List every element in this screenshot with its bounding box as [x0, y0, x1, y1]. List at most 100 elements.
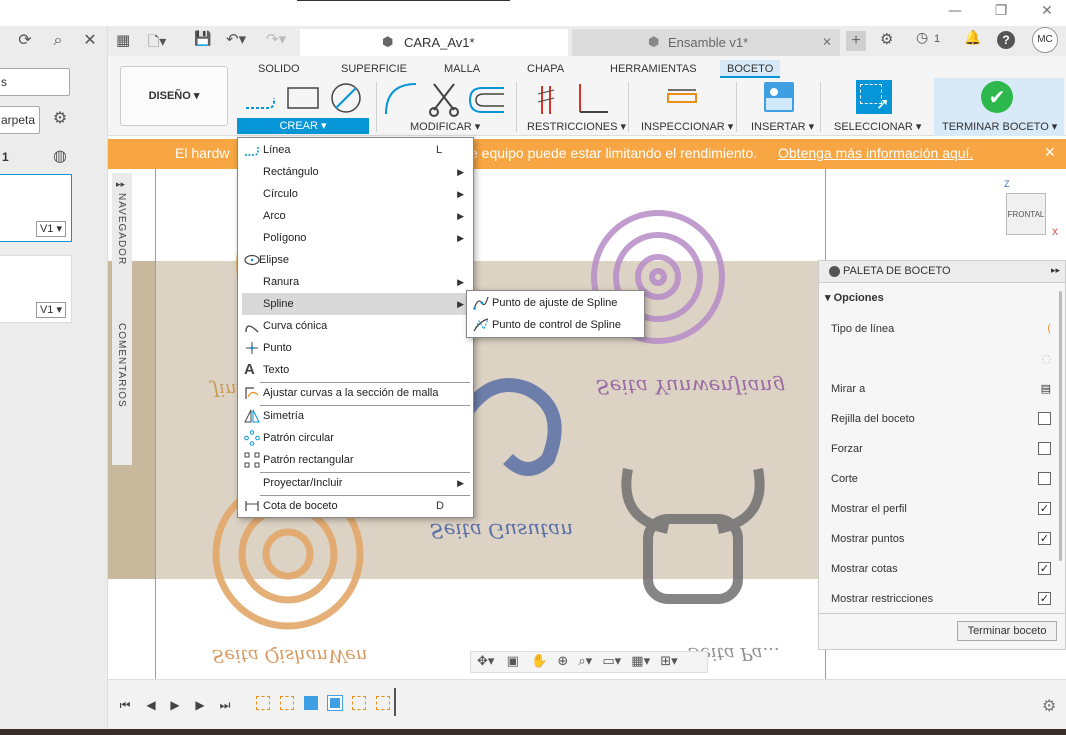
tab-superficie[interactable]: SUPERFICIE	[334, 60, 414, 78]
file-card-1[interactable]: V1 ▾	[0, 174, 72, 242]
job-status-icon[interactable]: ◷	[916, 30, 928, 46]
menu-item-curva-conica[interactable]: Curva cónica	[242, 315, 470, 337]
modificar-dropdown[interactable]: MODIFICAR ▾	[410, 120, 480, 133]
timeline-last-icon[interactable]: ⏭	[218, 698, 232, 712]
finish-sketch-button[interactable]: Terminar boceto	[957, 621, 1057, 641]
timeline-settings-icon[interactable]: ⚙	[1042, 696, 1056, 715]
viewcube-frontal[interactable]: FRONTAL	[1006, 193, 1046, 235]
tab-herramientas[interactable]: HERRAMIENTAS	[603, 60, 704, 78]
minimize-button[interactable]: —	[944, 2, 966, 20]
terminar-boceto-dropdown[interactable]: TERMINAR BOCETO ▾	[942, 120, 1057, 133]
grid-settings-icon[interactable]: ▦▾	[631, 654, 650, 669]
user-avatar[interactable]: MC	[1032, 27, 1058, 53]
close-window-button[interactable]: ✕	[1036, 2, 1058, 20]
close-tab-icon[interactable]: ✕	[822, 29, 832, 56]
seleccionar-dropdown[interactable]: SELECCIONAR ▾	[834, 120, 921, 133]
menu-item-spline[interactable]: Spline ▶	[242, 293, 470, 315]
menu-item-ajustar-curvas[interactable]: Ajustar curvas a la sección de malla	[242, 382, 470, 404]
timeline-sketch-icon[interactable]	[256, 696, 270, 710]
menu-item-cota[interactable]: Cota de boceto D	[242, 495, 470, 517]
menu-item-arco[interactable]: Arco ▶	[242, 205, 470, 227]
refresh-icon[interactable]: ⟳	[15, 30, 35, 50]
version-tag[interactable]: V1 ▾	[36, 221, 66, 237]
timeline-sketch-icon[interactable]	[376, 696, 390, 710]
restricciones-dropdown[interactable]: RESTRICCIONES ▾	[527, 120, 626, 133]
show-profile-checkbox[interactable]: ✓	[1038, 502, 1051, 515]
display-settings-icon[interactable]: ▭▾	[602, 654, 621, 669]
save-icon[interactable]: 💾	[194, 31, 211, 47]
show-points-checkbox[interactable]: ✓	[1038, 532, 1051, 545]
menu-item-proyectar[interactable]: Proyectar/Incluir ▶	[242, 472, 470, 494]
menu-item-texto[interactable]: A Texto	[242, 359, 470, 381]
new-tab-button[interactable]: +	[846, 31, 866, 51]
orbit-icon[interactable]: ✥▾	[477, 654, 494, 669]
close-panel-icon[interactable]: ✕	[80, 30, 100, 50]
notifications-icon[interactable]: 🔔	[964, 30, 981, 46]
menu-item-rectangulo[interactable]: Rectángulo ▶	[242, 161, 470, 183]
opciones-section[interactable]: ▾ Opciones	[825, 291, 884, 304]
upload-button[interactable]: s	[0, 68, 70, 96]
insertar-dropdown[interactable]: INSERTAR ▾	[751, 120, 814, 133]
menu-item-spline-ajuste[interactable]: Punto de ajuste de Spline	[471, 292, 643, 314]
pan-icon[interactable]: ✋	[531, 654, 547, 669]
look-at-icon[interactable]: ▤	[1041, 374, 1051, 404]
settings-icon[interactable]: ⚙	[50, 108, 70, 128]
timeline-sketch-icon[interactable]	[280, 696, 294, 710]
menu-item-ranura[interactable]: Ranura ▶	[242, 271, 470, 293]
centerline-icon[interactable]: ◌	[1041, 344, 1051, 374]
grid-checkbox[interactable]	[1038, 412, 1051, 425]
select-tool-icon[interactable]: ➚	[856, 80, 892, 114]
zoom-icon[interactable]: ⊕	[557, 654, 568, 669]
slice-checkbox[interactable]	[1038, 472, 1051, 485]
new-folder-button[interactable]: arpeta	[0, 106, 40, 134]
tab-malla[interactable]: MALLA	[437, 60, 487, 78]
menu-item-punto[interactable]: Punto	[242, 337, 470, 359]
tab-ensamble[interactable]: ⬢ Ensamble v1* ✕	[572, 29, 840, 56]
undo-icon[interactable]: ↶▾	[226, 30, 246, 48]
extensions-icon[interactable]: ⚙	[880, 30, 893, 48]
file-card-2[interactable]: V1 ▾	[0, 255, 72, 323]
tab-solido[interactable]: SOLIDO	[251, 60, 307, 78]
menu-item-spline-control[interactable]: Punto de control de Spline	[471, 314, 643, 336]
palette-collapse-icon[interactable]	[829, 266, 840, 277]
tab-boceto[interactable]: BOCETO	[720, 60, 781, 78]
look-at-icon[interactable]: ▣	[507, 654, 519, 669]
workspace-selector[interactable]: DISEÑO ▾	[120, 66, 228, 126]
palette-expand-icon[interactable]: ▸▸	[1051, 265, 1060, 276]
timeline-play-icon[interactable]: ▶	[168, 698, 182, 712]
redo-icon[interactable]: ↷▾	[266, 30, 286, 48]
timeline-next-icon[interactable]: ▶	[193, 698, 207, 712]
banner-link[interactable]: Obtenga más información aquí.	[778, 139, 973, 167]
menu-item-patron-circular[interactable]: Patrón circular	[242, 427, 470, 449]
snap-checkbox[interactable]	[1038, 442, 1051, 455]
banner-close-icon[interactable]: ✕	[1044, 139, 1056, 167]
inspeccionar-dropdown[interactable]: INSPECCIONAR ▾	[641, 120, 733, 133]
file-menu-icon[interactable]: 🗋▾	[148, 31, 166, 55]
timeline-marker[interactable]	[394, 688, 396, 716]
menu-item-linea[interactable]: Línea L	[242, 139, 470, 161]
palette-scrollbar[interactable]	[1059, 291, 1062, 561]
expand-navigator-icon[interactable]: ▸▸	[116, 179, 125, 190]
timeline-canvas-icon[interactable]	[327, 695, 343, 711]
crear-dropdown-button[interactable]: CREAR ▾	[237, 118, 369, 134]
menu-item-circulo[interactable]: Círculo ▶	[242, 183, 470, 205]
show-dimensions-checkbox[interactable]: ✓	[1038, 562, 1051, 575]
show-constraints-checkbox[interactable]: ✓	[1038, 592, 1051, 605]
viewports-icon[interactable]: ⊞▾	[660, 654, 677, 669]
version-tag[interactable]: V1 ▾	[36, 302, 66, 318]
maximize-button[interactable]: ❐	[990, 2, 1012, 20]
globe-icon[interactable]: ◍	[50, 146, 70, 166]
timeline-prev-icon[interactable]: ◀	[144, 698, 158, 712]
tab-chapa[interactable]: CHAPA	[520, 60, 571, 78]
menu-item-poligono[interactable]: Polígono ▶	[242, 227, 470, 249]
timeline-sketch-icon[interactable]	[352, 696, 366, 710]
menu-item-patron-rectangular[interactable]: Patrón rectangular	[242, 449, 470, 471]
menu-item-elipse[interactable]: Elipse	[242, 249, 470, 271]
comentarios-tab[interactable]: COMENTARIOS	[116, 323, 127, 408]
insert-image-icon[interactable]	[764, 82, 794, 112]
finish-sketch-icon[interactable]: ✔	[981, 81, 1013, 113]
navegador-tab[interactable]: NAVEGADOR	[116, 193, 127, 265]
search-icon[interactable]: ⌕	[48, 30, 68, 50]
help-icon[interactable]: ?	[997, 31, 1015, 49]
menu-item-simetria[interactable]: Simetría	[242, 405, 470, 427]
